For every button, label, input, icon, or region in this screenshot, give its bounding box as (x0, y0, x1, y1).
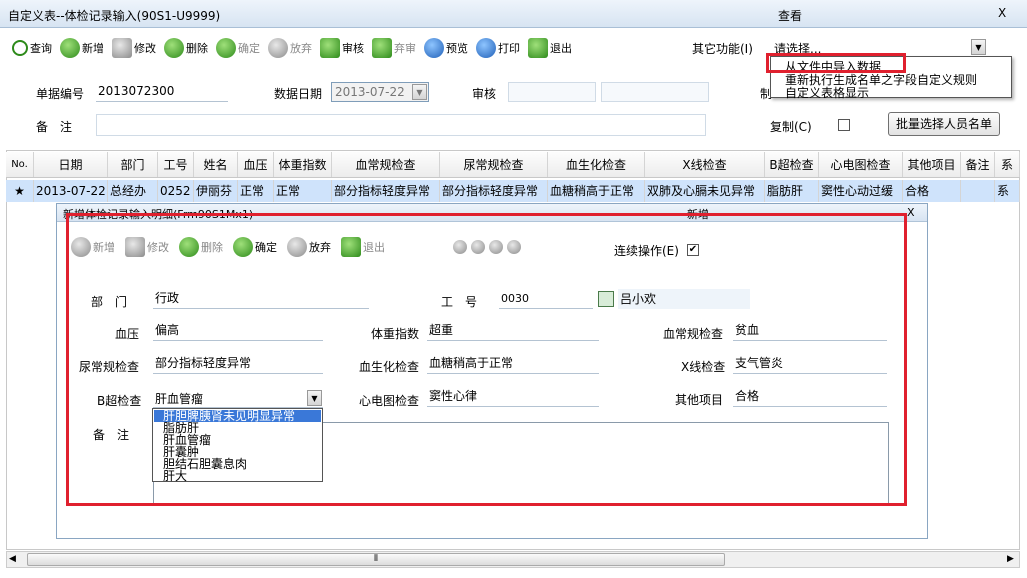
chevron-down-icon[interactable]: ▼ (412, 84, 427, 100)
table-cell[interactable]: 双肺及心膈未见异常 (645, 180, 765, 202)
dialog-close-button[interactable]: X (907, 206, 915, 219)
audit-field-2 (601, 82, 709, 102)
grid-header-cell[interactable]: 血常规检查 (332, 152, 440, 177)
highlight-import (766, 53, 906, 73)
cancel-icon (268, 38, 288, 58)
approve-button[interactable]: 审核 (320, 38, 364, 58)
copy-checkbox[interactable] (838, 119, 850, 131)
table-row[interactable]: ★ 2013-07-22 总经办 0252 伊丽芬 正常 正常 部分指标轻度异常… (6, 180, 1020, 202)
menu-item-custom-display[interactable]: 自定义表格显示 (785, 84, 869, 101)
grid-header-cell[interactable]: 姓名 (194, 152, 238, 177)
delete-icon (164, 38, 184, 58)
grid-header-cell[interactable]: 尿常规检查 (440, 152, 548, 177)
doc-no-field[interactable]: 2013072300 (96, 82, 228, 102)
grid-header-cell[interactable]: 备注 (961, 152, 995, 177)
print-button[interactable]: 打印 (476, 38, 520, 58)
grid-header-cell[interactable]: 系 (995, 152, 1020, 177)
main-toolbar: 查询 新增 修改 删除 确定 放弃 审核 弃审 预览 打印 退出 (12, 38, 572, 58)
search-icon (12, 40, 28, 56)
audit-label: 审核 (472, 87, 497, 101)
batch-select-button[interactable]: 批量选择人员名单 (888, 112, 1000, 136)
table-cell[interactable]: 0252 (158, 180, 194, 202)
table-cell[interactable]: 系 (995, 180, 1020, 202)
grid-header: No. 日期 部门 工号 姓名 血压 体重指数 血常规检查 尿常规检查 血生化检… (6, 152, 1020, 178)
unapprove-button[interactable]: 弃审 (372, 38, 416, 58)
grid-header-cell[interactable]: X线检查 (645, 152, 765, 177)
scroll-grip-icon: ⦀ (374, 554, 378, 564)
table-cell[interactable]: 2013-07-22 (34, 180, 108, 202)
remark-field[interactable] (96, 114, 706, 136)
check-icon (216, 38, 236, 58)
scroll-left-icon[interactable]: ◀ (9, 554, 16, 564)
preview-icon (424, 38, 444, 58)
discard-button[interactable]: 放弃 (268, 38, 312, 58)
grid-header-cell[interactable]: 部门 (108, 152, 158, 177)
table-cell[interactable]: 正常 (238, 180, 274, 202)
grid-header-cell[interactable]: 其他项目 (903, 152, 961, 177)
table-cell[interactable]: 正常 (274, 180, 332, 202)
window-mode: 查看 (778, 9, 803, 23)
audit-field-1 (508, 82, 596, 102)
table-cell[interactable]: 窦性心动过缓 (819, 180, 903, 202)
approve-icon (320, 38, 340, 58)
confirm-button[interactable]: 确定 (216, 38, 260, 58)
grid-header-cell[interactable]: 心电图检查 (819, 152, 903, 177)
remark-label: 备 注 (36, 120, 73, 134)
copy-label: 复制(C) (770, 120, 812, 134)
grid-header-cell[interactable]: No. (6, 152, 34, 177)
scroll-thumb[interactable]: ⦀ (27, 553, 725, 566)
table-cell[interactable]: 部分指标轻度异常 (332, 180, 440, 202)
grid-header-cell[interactable]: 日期 (34, 152, 108, 177)
horizontal-scrollbar[interactable]: ◀ ⦀ ▶ (6, 551, 1020, 568)
doc-no-label: 单据编号 (36, 87, 85, 101)
table-cell[interactable] (961, 180, 995, 202)
table-cell[interactable]: 部分指标轻度异常 (440, 180, 548, 202)
highlight-dialog (66, 213, 907, 506)
preview-button[interactable]: 预览 (424, 38, 468, 58)
chevron-down-icon[interactable]: ▼ (971, 39, 986, 55)
print-icon (476, 38, 496, 58)
grid-header-cell[interactable]: 体重指数 (274, 152, 332, 177)
exit-icon (528, 38, 548, 58)
other-func-label: 其它功能(I) (692, 42, 753, 56)
table-cell[interactable]: 合格 (903, 180, 961, 202)
edit-icon (112, 38, 132, 58)
date-field[interactable]: 2013-07-22 ▼ (331, 82, 429, 102)
exit-button[interactable]: 退出 (528, 38, 572, 58)
table-cell[interactable]: 血糖稍高于正常 (548, 180, 645, 202)
row-indicator-icon: ★ (6, 180, 34, 202)
grid-header-cell[interactable]: 血生化检查 (548, 152, 645, 177)
table-cell[interactable]: 脂肪肝 (765, 180, 819, 202)
grid-header-cell[interactable]: B超检查 (765, 152, 819, 177)
add-button[interactable]: 新增 (60, 38, 104, 58)
table-cell[interactable]: 总经办 (108, 180, 158, 202)
query-button[interactable]: 查询 (12, 38, 52, 58)
date-label: 数据日期 (274, 87, 323, 101)
grid-header-cell[interactable]: 血压 (238, 152, 274, 177)
window-titlebar: 自定义表--体检记录输入(90S1-U9999) 查看 X (0, 0, 1027, 28)
delete-button[interactable]: 删除 (164, 38, 208, 58)
table-cell[interactable]: 伊丽芬 (194, 180, 238, 202)
close-button[interactable]: X (998, 6, 1006, 20)
scroll-right-icon[interactable]: ▶ (1007, 554, 1014, 564)
add-icon (60, 38, 80, 58)
edit-button[interactable]: 修改 (112, 38, 156, 58)
window-title: 自定义表--体检记录输入(90S1-U9999) (8, 9, 221, 23)
grid-header-cell[interactable]: 工号 (158, 152, 194, 177)
unapprove-icon (372, 38, 392, 58)
